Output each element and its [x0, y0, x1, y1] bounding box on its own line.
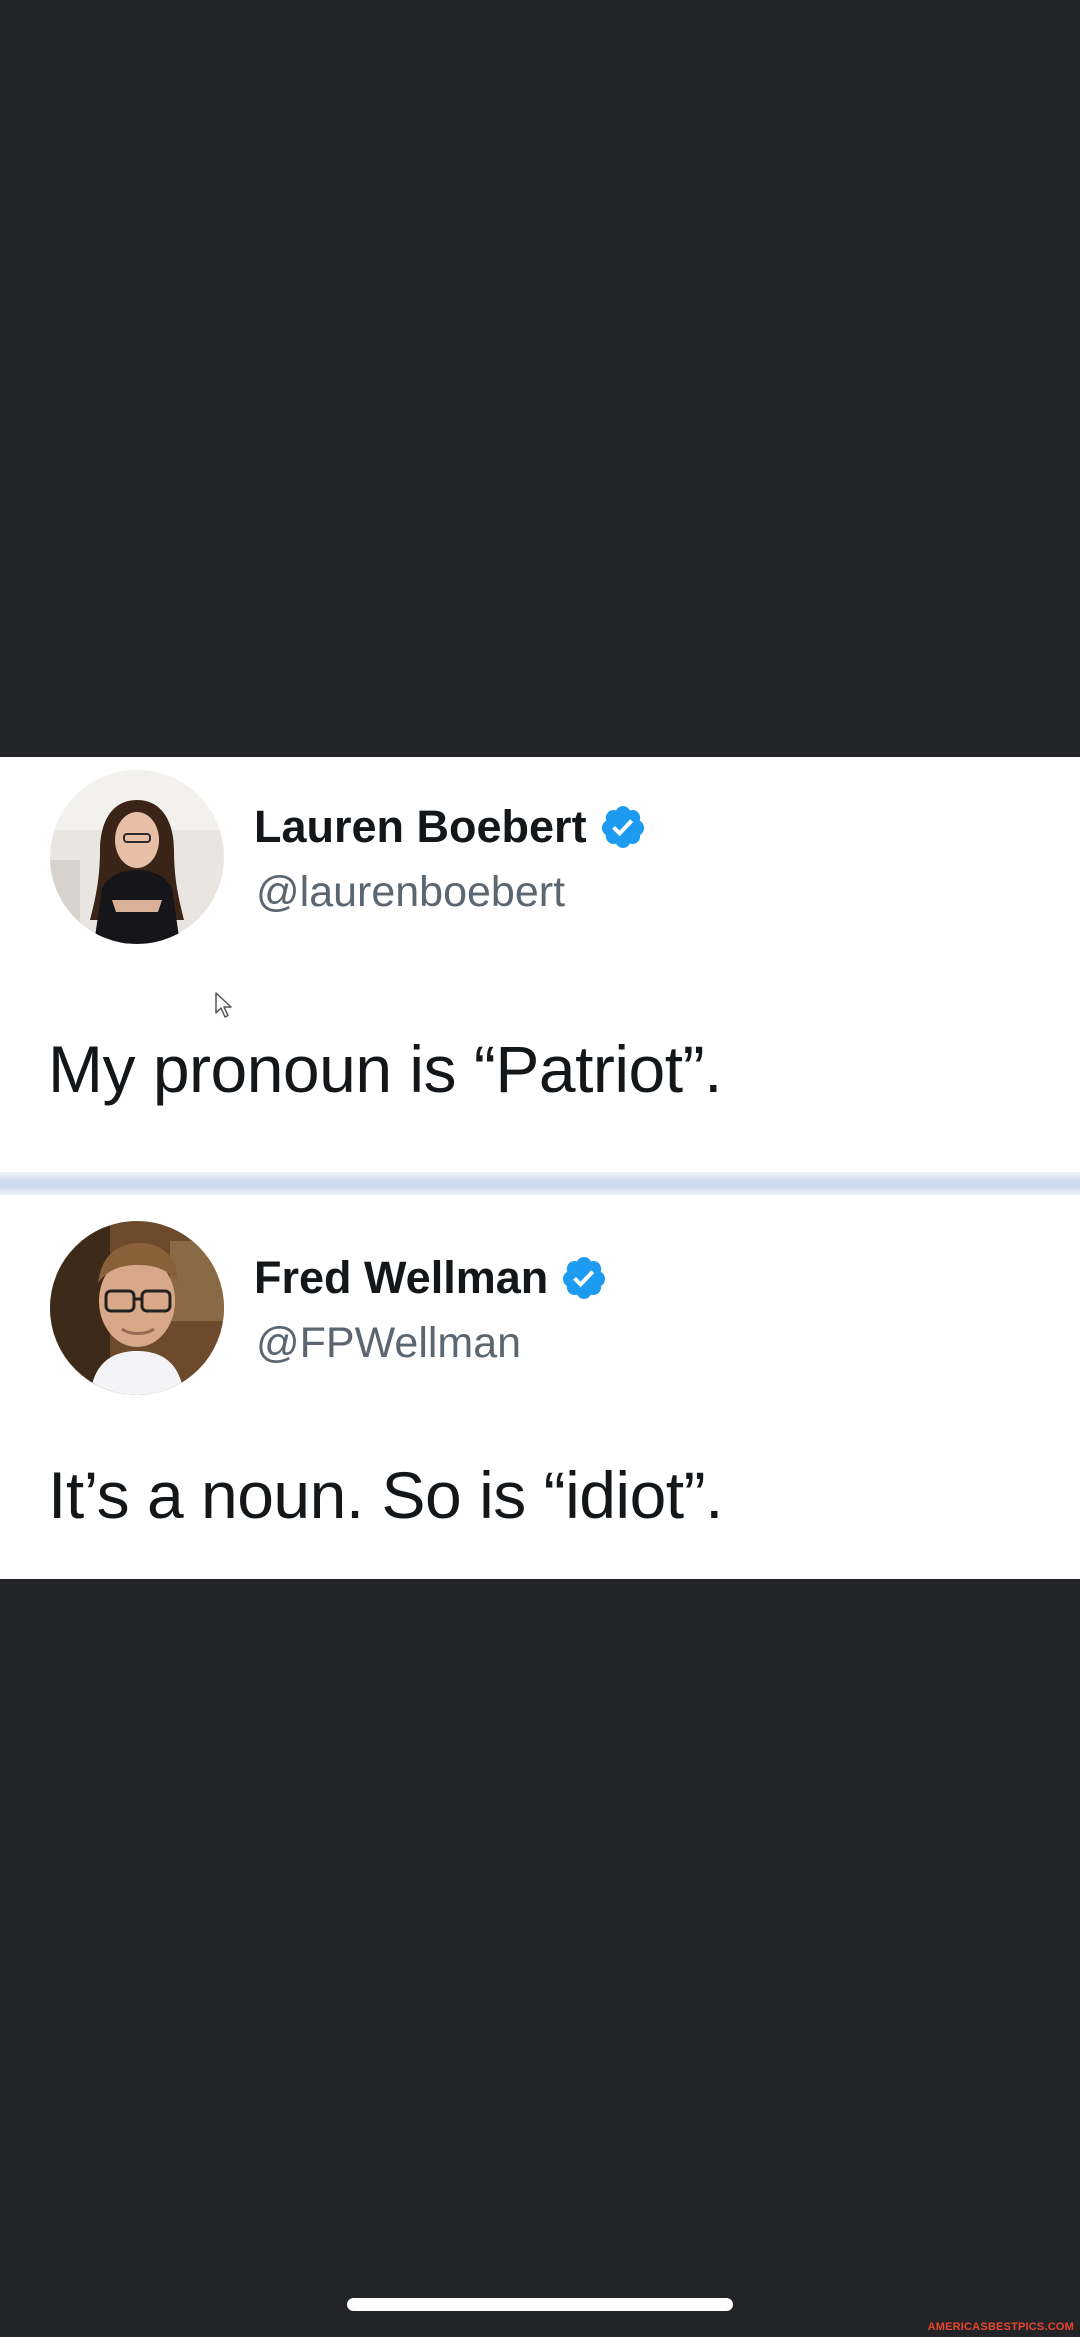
verified-badge-icon [563, 1257, 606, 1299]
avatar [50, 770, 224, 944]
tweet-divider [0, 1172, 1080, 1195]
avatar [50, 1221, 224, 1395]
tweet-card: Fred Wellman @FPWellman It’s a noun. So … [0, 1195, 1080, 1579]
handle: @FPWellman [256, 1319, 522, 1367]
verified-badge-icon [601, 806, 644, 848]
tweet-card: Lauren Boebert @laurenboebert My pronoun… [0, 757, 1080, 1172]
display-name: Fred Wellman [254, 1252, 549, 1303]
tweet-screenshot-image: Lauren Boebert @laurenboebert My pronoun… [0, 757, 1080, 1579]
home-indicator[interactable] [347, 2298, 733, 2311]
mouse-cursor-icon [215, 992, 232, 1018]
name-row: Fred Wellman [254, 1250, 608, 1306]
tweet-text: My pronoun is “Patriot”. [48, 1032, 722, 1106]
tweet-text: It’s a noun. So is “idiot”. [48, 1458, 723, 1532]
handle: @laurenboebert [256, 868, 566, 916]
screen: Lauren Boebert @laurenboebert My pronoun… [0, 0, 1080, 2337]
watermark: AMERICASBESTPICS.COM [927, 2321, 1074, 2333]
display-name: Lauren Boebert [254, 801, 587, 852]
name-row: Lauren Boebert [254, 799, 647, 855]
